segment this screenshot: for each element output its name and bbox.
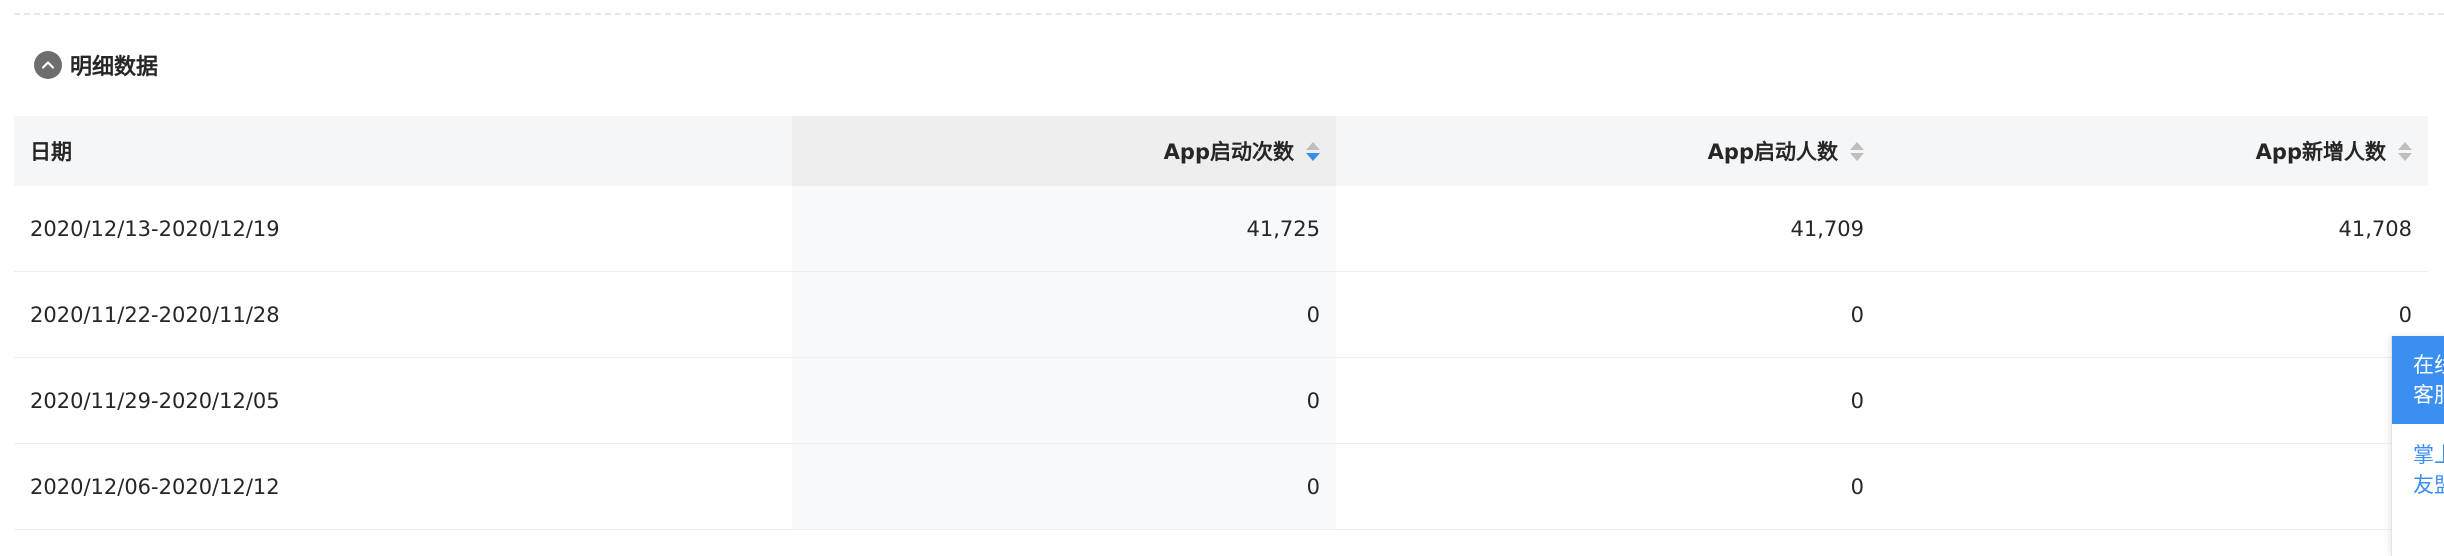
cell-app-launch-count: 0 (792, 444, 1336, 529)
cell-app-launch-count: 41,725 (792, 186, 1336, 271)
column-header-date: 日期 (14, 116, 792, 186)
section-header[interactable]: 明细数据 (34, 48, 158, 82)
cell-app-launch-users: 41,709 (1790, 216, 1864, 241)
cell-date: 2020/12/13-2020/12/19 (30, 216, 280, 241)
cell-date: 2020/12/06-2020/12/12 (30, 474, 280, 499)
table-row: 2020/11/22-2020/11/28 0 0 0 (14, 272, 2428, 358)
column-header-label: App新增人数 (2255, 140, 2386, 164)
table-header: 日期 App启动次数 App启动人数 App新增人数 (14, 116, 2428, 186)
column-header-label: App启动人数 (1707, 140, 1838, 164)
cell-app-launch-users: 0 (1850, 388, 1864, 413)
cell-app-launch-count: 0 (792, 272, 1336, 357)
section-divider (14, 13, 2444, 15)
section-title: 明细数据 (70, 55, 159, 80)
sort-descending-icon[interactable] (2398, 152, 2412, 161)
cell-app-launch-users: 0 (1850, 302, 1864, 327)
cell-date: 2020/11/29-2020/12/05 (30, 388, 280, 413)
sort-caret-icon[interactable] (2398, 141, 2412, 161)
floating-service-panel: 在线 客服 掌上 友盟 (2391, 336, 2444, 556)
cell-app-launch-count: 0 (792, 358, 1336, 443)
sort-descending-icon[interactable] (1850, 152, 1864, 161)
sort-caret-icon[interactable] (1306, 141, 1320, 161)
cell-app-new-users (1880, 444, 2428, 529)
sort-descending-icon[interactable] (1306, 152, 1320, 161)
detail-data-table: 日期 App启动次数 App启动人数 App新增人数 2020/12/13-20 (14, 116, 2428, 530)
sort-ascending-icon[interactable] (1850, 141, 1864, 150)
sort-ascending-icon[interactable] (1306, 141, 1320, 150)
cell-date: 2020/11/22-2020/11/28 (30, 302, 280, 327)
column-header-app-new-users[interactable]: App新增人数 (1880, 116, 2428, 186)
chevron-up-icon[interactable] (34, 51, 62, 79)
cell-app-launch-users: 0 (1850, 474, 1864, 499)
column-header-app-launch-count[interactable]: App启动次数 (792, 116, 1336, 186)
table-row: 2020/11/29-2020/12/05 0 0 (14, 358, 2428, 444)
sort-ascending-icon[interactable] (2398, 141, 2412, 150)
cell-app-new-users: 0 (2398, 302, 2412, 327)
column-header-app-launch-users[interactable]: App启动人数 (1336, 116, 1880, 186)
mobile-umeng-link[interactable]: 掌上 友盟 (2392, 424, 2444, 500)
sort-caret-icon[interactable] (1850, 141, 1864, 161)
cell-app-new-users (1880, 358, 2428, 443)
table-row: 2020/12/13-2020/12/19 41,725 41,709 41,7… (14, 186, 2428, 272)
column-header-label: App启动次数 (1163, 140, 1294, 164)
cell-app-new-users: 41,708 (2338, 216, 2412, 241)
column-header-label: 日期 (30, 140, 72, 164)
online-service-button[interactable]: 在线 客服 (2392, 336, 2444, 424)
table-row: 2020/12/06-2020/12/12 0 0 (14, 444, 2428, 530)
